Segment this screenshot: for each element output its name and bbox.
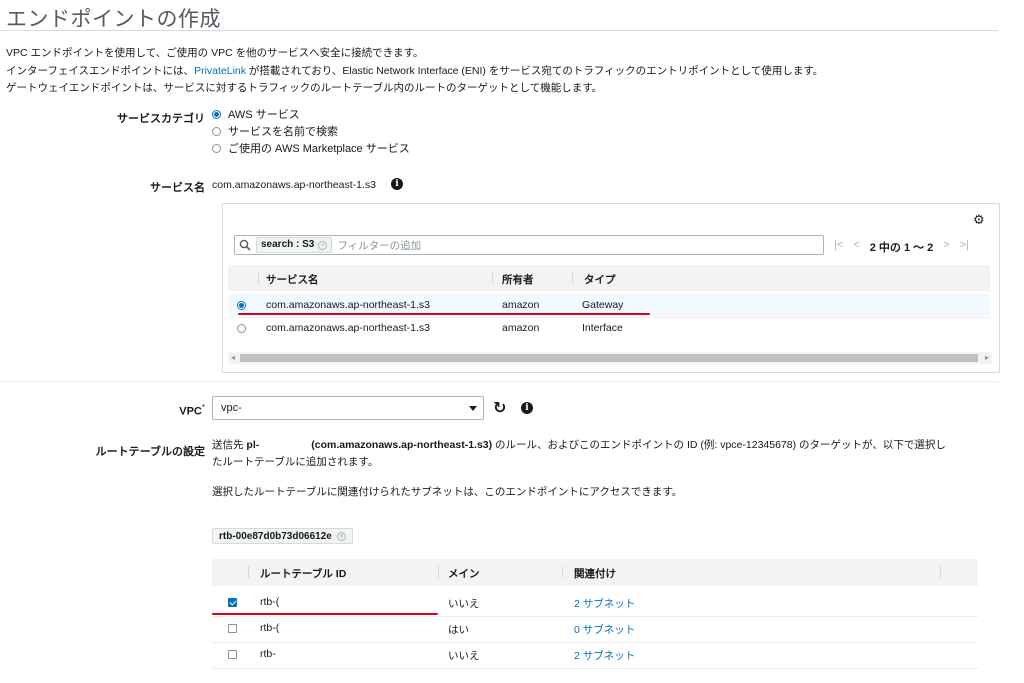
description-line-1: VPC エンドポイントを使用して、ご使用の VPC を他のサービスへ安全に接続で… [6,47,424,59]
prefix-list-id: pl- [246,439,260,451]
radio-button[interactable] [212,126,221,136]
type-cell: Gateway [582,299,624,311]
radio-aws-services[interactable]: AWS サービス [212,106,300,122]
service-name-value: com.amazonaws.ap-northeast-1.s3 [212,179,376,191]
route-table-id-cell: rtb- [260,648,276,660]
radio-marketplace[interactable]: ご使用の AWS Marketplace サービス [212,140,410,156]
main-cell: いいえ [448,598,480,610]
row-checkbox[interactable] [228,624,237,633]
description-line-2-post: が搭載されており、Elastic Network Interface (ENI)… [246,65,824,77]
vpc-label: VPC* [120,403,205,418]
radio-button[interactable] [212,109,221,119]
route-table-header: ルートテーブル ID メイン 関連付け [212,559,978,586]
annotation-underline [238,313,650,315]
column-header-association[interactable]: 関連付け [574,566,616,581]
route-table-text-line-2: たルートテーブルに追加されます。 [212,456,379,468]
main-cell: はい [448,624,469,636]
service-category-label: サービスカテゴリ [117,113,205,125]
scroll-right-icon[interactable]: ▸ [985,352,989,364]
radio-find-by-name[interactable]: サービスを名前で検索 [212,123,338,139]
last-page-icon[interactable]: >| [960,239,969,255]
route-table-token-label: rtb-00e87d0b73d06612e [219,530,332,542]
association-link[interactable]: 2 サブネット [574,596,635,611]
title-divider [0,30,998,31]
annotation-underline [212,613,438,615]
owner-cell: amazon [502,299,540,311]
row-checkbox[interactable] [228,598,237,607]
table-row[interactable]: rtb-( はい 0 サブネット [212,617,978,641]
service-name-cell: com.amazonaws.ap-northeast-1.s3 [266,299,430,311]
first-page-icon[interactable]: |< [834,239,843,255]
radio-button[interactable] [212,143,221,153]
description-line-2-pre: インターフェイスエンドポイントには、 [6,65,195,77]
prev-page-icon[interactable]: < [853,239,859,255]
row-divider [212,668,978,669]
association-link[interactable]: 0 サブネット [574,622,635,637]
section-divider [0,381,998,382]
column-header-service-name[interactable]: サービス名 [266,272,319,287]
column-header-type[interactable]: タイプ [584,272,616,287]
service-name-cell: com.amazonaws.ap-northeast-1.s3 [266,322,430,334]
required-mark: * [201,403,205,412]
horizontal-scrollbar[interactable]: ◂ ▸ [228,352,992,364]
filter-token-label: search : S3 [261,239,315,250]
filter-placeholder: フィルターの追加 [337,239,422,252]
service-ref: (com.amazonaws.ap-northeast-1.s3) [311,439,493,451]
row-checkbox[interactable] [228,650,237,659]
table-row[interactable]: rtb- いいえ 2 サブネット [212,643,978,667]
table-row[interactable]: com.amazonaws.ap-northeast-1.s3 amazon I… [228,318,990,340]
vpc-select[interactable]: vpc- [212,396,484,420]
row-radio[interactable] [237,301,246,310]
description-line-3: ゲートウェイエンドポイントは、サービスに対するトラフィックのルートテーブル内のル… [6,82,603,94]
scrollbar-thumb[interactable] [240,354,978,362]
text-prefix: 送信先 [212,439,247,451]
route-table-id-cell: rtb-( [260,596,280,608]
route-table-label: ルートテーブルの設定 [95,446,205,458]
gear-icon[interactable]: ⚙ [973,212,985,228]
search-filter-input[interactable]: search : S3 × フィルターの追加 [234,235,824,255]
vpc-label-text: VPC [179,405,202,418]
type-cell: Interface [582,322,623,334]
pager-text: 2 中の 1 ～ 2 [869,242,934,254]
radio-label: ご使用の AWS Marketplace サービス [228,143,410,155]
chevron-down-icon [469,405,477,411]
vpc-select-value: vpc- [221,402,242,414]
page-title: エンドポイントの作成 [6,8,221,31]
refresh-icon[interactable]: ↻ [493,398,506,418]
route-table-filter-token[interactable]: rtb-00e87d0b73d06612e × [212,528,353,544]
remove-token-icon[interactable]: × [336,531,346,541]
main-cell: いいえ [448,650,480,662]
remove-token-icon[interactable]: × [318,240,328,250]
next-page-icon[interactable]: > [943,239,949,255]
column-header-owner[interactable]: 所有者 [502,272,534,287]
text-suffix: のルール、およびこのエンドポイントの ID (例: vpce-12345678)… [492,439,946,451]
info-icon[interactable]: i [391,178,403,190]
service-name-label: サービス名 [150,182,205,194]
info-icon[interactable]: i [521,402,533,414]
route-table-id-cell: rtb-( [260,622,280,634]
route-table-text-line-1: 送信先 pl- (com.amazonaws.ap-northeast-1.s3)… [212,437,946,452]
column-header-route-table-id[interactable]: ルートテーブル ID [260,566,346,581]
pagination: |< < 2 中の 1 ～ 2 > >| [834,239,969,255]
scroll-left-icon[interactable]: ◂ [231,352,235,364]
privatelink-link[interactable]: PrivateLink [194,65,246,77]
description-line-2: インターフェイスエンドポイントには、PrivateLink が搭載されており、E… [6,63,823,78]
row-radio[interactable] [237,324,246,333]
owner-cell: amazon [502,322,540,334]
radio-label: サービスを名前で検索 [228,126,338,138]
table-row[interactable]: rtb-( いいえ 2 サブネット [212,590,978,614]
services-table-header: サービス名 所有者 タイプ [228,265,990,291]
column-header-main[interactable]: メイン [448,566,480,581]
association-link[interactable]: 2 サブネット [574,648,635,663]
radio-label: AWS サービス [228,109,300,121]
search-icon [239,239,251,251]
filter-token[interactable]: search : S3 × [256,237,333,253]
route-table-text-2: 選択したルートテーブルに関連付けられたサブネットは、このエンドポイントにアクセス… [212,486,683,498]
